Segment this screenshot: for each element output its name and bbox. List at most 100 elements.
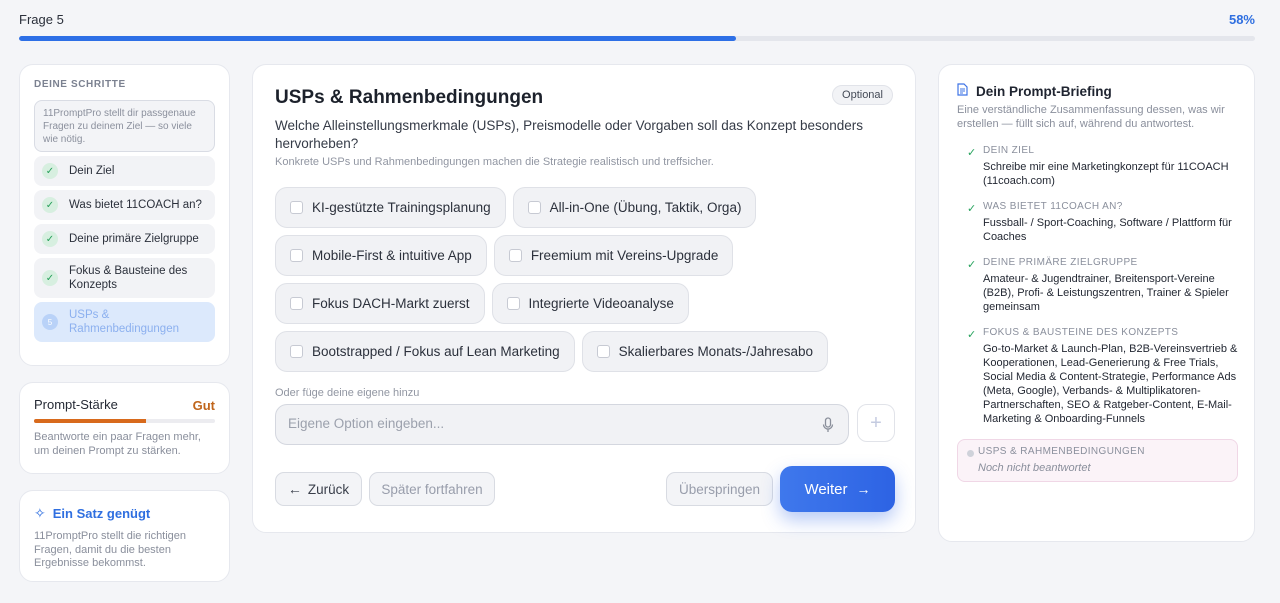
strength-title: Prompt-Stärke xyxy=(34,397,118,412)
question-title: USPs & Rahmenbedingungen xyxy=(275,87,544,108)
option-row: KI-gestützte Trainingsplanung All-in-One… xyxy=(275,187,895,228)
own-option-label: Oder füge deine eigene hinzu xyxy=(275,387,420,399)
checkbox[interactable] xyxy=(527,201,541,214)
question-hint: Konkrete USPs und Rahmenbedingungen mach… xyxy=(275,156,714,168)
own-option-field[interactable] xyxy=(275,404,849,445)
skip-button[interactable]: Überspringen xyxy=(666,472,773,506)
strength-bar-fill xyxy=(34,419,147,423)
checkbox[interactable] xyxy=(596,345,610,358)
briefing-item-value: Fussball- / Sport-Coaching, Software / P… xyxy=(983,217,1232,243)
check-icon: ✓ xyxy=(967,329,977,341)
progress-header: Frage 5 58% xyxy=(19,12,1255,44)
briefing-item: ✓ DEIN ZIEL Schreibe mir eine Marketingk… xyxy=(957,145,1238,188)
tip-text: 11PromptPro stellt die richtigen Fragen,… xyxy=(34,530,187,569)
option-chip[interactable]: Freemium mit Vereins-Upgrade xyxy=(493,235,734,276)
step-label: Fokus & Bausteine des Konzepts xyxy=(69,265,188,291)
progress-bar xyxy=(19,36,1255,41)
step-label: Dein Ziel xyxy=(69,165,115,177)
option-label: Freemium mit Vereins-Upgrade xyxy=(530,248,719,263)
briefing-title: Dein Prompt-Briefing xyxy=(976,83,1112,99)
briefing-item-key: FOKUS & BAUSTEINE DES KONZEPTS xyxy=(983,327,1179,338)
option-label: Bootstrapped / Fokus auf Lean Marketing xyxy=(312,344,560,359)
option-row: Fokus DACH-Markt zuerst Integrierte Vide… xyxy=(275,283,895,324)
strength-bar xyxy=(34,419,215,423)
checkbox[interactable] xyxy=(290,249,303,262)
briefing-item-pending: USPS & RAHMENBEDINGUNGEN Noch nicht bean… xyxy=(957,439,1238,482)
sparkle-icon: ✧ xyxy=(34,505,46,521)
steps-note: 11PromptPro stellt dir passgenaue Fragen… xyxy=(34,100,215,152)
briefing-item: ✓ DEINE PRIMÄRE ZIELGRUPPE Amateur- & Ju… xyxy=(957,257,1238,314)
check-icon: ✓ xyxy=(42,270,58,286)
checkbox[interactable] xyxy=(290,297,303,310)
checkbox[interactable] xyxy=(508,249,522,262)
next-label: Weiter xyxy=(804,480,848,498)
arrow-right-icon: → xyxy=(856,481,871,497)
option-chip[interactable]: Bootstrapped / Fokus auf Lean Marketing xyxy=(275,331,575,372)
option-chip[interactable]: Skalierbares Monats-/Jahresabo xyxy=(581,331,829,372)
check-icon: ✓ xyxy=(967,147,977,159)
option-label: Fokus DACH-Markt zuerst xyxy=(312,296,470,311)
briefing-item-value: Noch nicht beantwortet xyxy=(978,462,1091,474)
briefing-panel: Dein Prompt-Briefing Eine verständliche … xyxy=(938,64,1255,542)
briefing-header: Dein Prompt-Briefing xyxy=(957,83,1112,99)
step-item-usps[interactable]: 5 USPs & Rahmenbedingungen xyxy=(34,302,215,342)
option-row: Mobile-First & intuitive App Freemium mi… xyxy=(275,235,895,276)
step-item-angebot[interactable]: ✓ Was bietet 11COACH an? xyxy=(34,190,215,220)
option-label: Skalierbares Monats-/Jahresabo xyxy=(618,344,814,359)
briefing-item-value: Amateur- & Jugendtrainer, Breitensport-V… xyxy=(983,273,1229,313)
arrow-left-icon: ← xyxy=(287,481,302,497)
own-option-input[interactable] xyxy=(288,416,808,431)
option-label: Integrierte Videoanalyse xyxy=(528,296,674,311)
option-label: KI-gestützte Trainingsplanung xyxy=(312,200,491,215)
option-label: Mobile-First & intuitive App xyxy=(312,248,472,263)
step-item-ziel[interactable]: ✓ Dein Ziel xyxy=(34,156,215,186)
option-chip[interactable]: Integrierte Videoanalyse xyxy=(491,283,689,324)
option-chip[interactable]: KI-gestützte Trainingsplanung xyxy=(275,187,506,228)
step-item-zielgruppe[interactable]: ✓ Deine primäre Zielgruppe xyxy=(34,224,215,254)
progress-percent: 58% xyxy=(1228,12,1255,27)
briefing-item: ✓ WAS BIETET 11COACH AN? Fussball- / Spo… xyxy=(957,201,1238,244)
step-label: USPs & Rahmenbedingungen xyxy=(69,309,179,335)
step-label: Was bietet 11COACH an? xyxy=(69,199,202,211)
steps-title: DEINE SCHRITTE xyxy=(34,79,126,90)
step-item-fokus[interactable]: ✓ Fokus & Bausteine des Konzepts xyxy=(34,258,215,298)
tip-title: Ein Satz genügt xyxy=(52,506,151,521)
document-icon xyxy=(957,83,968,99)
check-icon: ✓ xyxy=(967,259,977,271)
check-icon: ✓ xyxy=(42,231,58,247)
back-button[interactable]: ← Zurück xyxy=(275,472,362,506)
step-label: Deine primäre Zielgruppe xyxy=(69,233,199,245)
checkbox[interactable] xyxy=(506,297,520,310)
steps-panel: DEINE SCHRITTE 11PromptPro stellt dir pa… xyxy=(19,64,230,366)
tip-panel: ✧ Ein Satz genügt 11PromptPro stellt die… xyxy=(19,490,230,582)
briefing-item-key: USPS & RAHMENBEDINGUNGEN xyxy=(978,446,1145,457)
option-label: All-in-One (Übung, Taktik, Orga) xyxy=(549,200,742,215)
briefing-item-key: WAS BIETET 11COACH AN? xyxy=(983,201,1123,212)
checkbox[interactable] xyxy=(290,201,303,214)
strength-hint: Beantworte ein paar Fragen mehr, um dein… xyxy=(34,431,201,457)
briefing-item-key: DEINE PRIMÄRE ZIELGRUPPE xyxy=(983,257,1138,268)
continue-later-button[interactable]: Später fortfahren xyxy=(369,472,495,506)
option-list: KI-gestützte Trainingsplanung All-in-One… xyxy=(275,187,895,379)
prompt-strength-panel: Prompt-Stärke Gut Beantworte ein paar Fr… xyxy=(19,382,230,474)
step-number-badge: 5 xyxy=(42,314,58,330)
back-label: Zurück xyxy=(307,481,350,497)
question-panel: USPs & Rahmenbedingungen Optional Welche… xyxy=(252,64,916,533)
strength-level: Gut xyxy=(192,398,215,413)
optional-badge: Optional xyxy=(832,85,893,105)
option-chip[interactable]: All-in-One (Übung, Taktik, Orga) xyxy=(512,187,757,228)
checkbox[interactable] xyxy=(290,345,303,358)
option-chip[interactable]: Mobile-First & intuitive App xyxy=(275,235,487,276)
check-icon: ✓ xyxy=(42,163,58,179)
check-icon: ✓ xyxy=(42,197,58,213)
question-counter: Frage 5 xyxy=(19,12,64,27)
option-chip[interactable]: Fokus DACH-Markt zuerst xyxy=(275,283,485,324)
briefing-item-key: DEIN ZIEL xyxy=(983,145,1035,156)
add-option-button[interactable]: + xyxy=(857,404,895,442)
microphone-icon[interactable] xyxy=(822,417,836,433)
next-button[interactable]: Weiter → xyxy=(780,466,895,512)
briefing-subtitle: Eine verständliche Zusammenfassung desse… xyxy=(957,104,1225,130)
briefing-item-value: Go-to-Market & Launch-Plan, B2B-Vereinsv… xyxy=(983,343,1238,425)
briefing-list: ✓ DEIN ZIEL Schreibe mir eine Marketingk… xyxy=(957,145,1238,495)
briefing-item-value: Schreibe mir eine Marketingkonzept für 1… xyxy=(983,161,1229,187)
